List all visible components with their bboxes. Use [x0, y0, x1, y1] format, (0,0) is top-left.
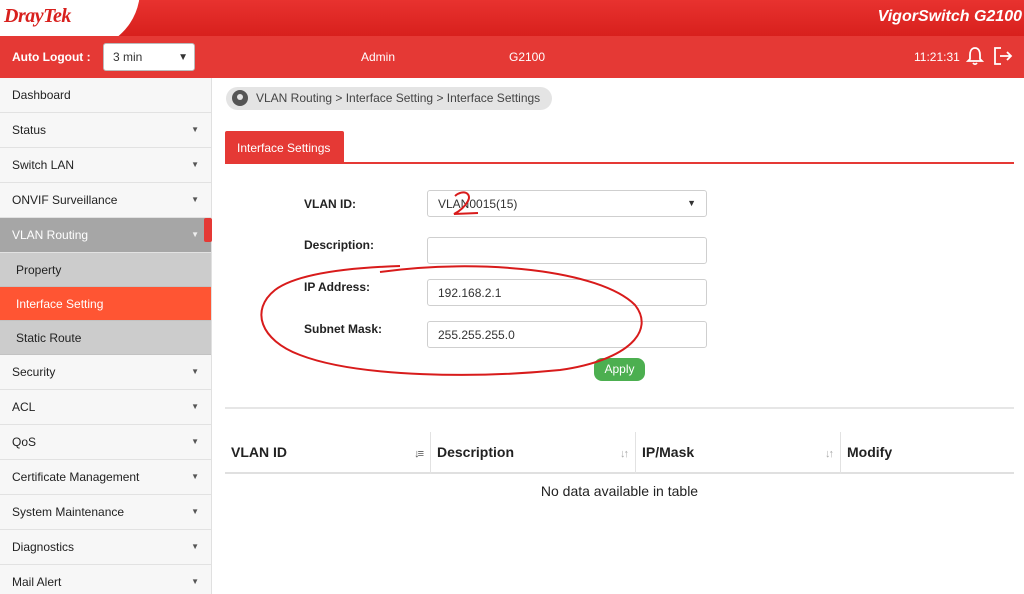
tab-underline [225, 162, 1014, 164]
device-model: G2100 [509, 50, 546, 64]
sidebar-item-label: VLAN Routing [12, 228, 89, 242]
sidebar-item-status[interactable]: Status ▼ [0, 113, 211, 148]
breadcrumb: VLAN Routing > Interface Setting > Inter… [226, 87, 553, 110]
sidebar-subitem-static-route[interactable]: Static Route [0, 321, 211, 355]
brand-bar: DrayTek VigorSwitch G2100 [0, 0, 1024, 36]
ip-address-input[interactable]: 192.168.2.1 [427, 279, 707, 306]
description-input[interactable] [427, 237, 707, 264]
chevron-down-icon: ▼ [191, 160, 199, 169]
chevron-down-icon: ▼ [191, 402, 199, 411]
chevron-down-icon: ▼ [191, 367, 199, 376]
sidebar-item-label: QoS [12, 435, 37, 449]
table-empty-message: No data available in table [540, 483, 699, 499]
subnet-mask-label: Subnet Mask: [304, 322, 383, 336]
sidebar-item-mail-alert[interactable]: Mail Alert ▼ [0, 565, 211, 594]
table-header: VLAN ID ↓≡ Description ↓↑ IP/Mask ↓↑ Mod… [225, 432, 1014, 474]
ip-address-label: IP Address: [304, 280, 371, 294]
chevron-down-icon: ▼ [191, 472, 199, 481]
column-label: Modify [847, 444, 893, 460]
chevron-down-icon: ▼ [191, 507, 199, 516]
system-time: 11:21:31 [914, 50, 960, 64]
sidebar-item-vlan-routing[interactable]: VLAN Routing ▼ [0, 218, 211, 253]
sidebar-subitem-interface-setting[interactable]: Interface Setting [0, 287, 211, 321]
chevron-down-icon: ▼ [191, 437, 199, 446]
column-description[interactable]: Description ↓↑ [430, 432, 635, 474]
draytek-logo: DrayTek [4, 5, 71, 27]
vlan-id-label: VLAN ID: [304, 197, 356, 211]
chevron-down-icon: ▼ [191, 125, 199, 134]
sidebar-item-onvif-surveillance[interactable]: ONVIF Surveillance ▼ [0, 183, 211, 218]
sidebar-item-label: Dashboard [12, 88, 71, 102]
column-vlan-id[interactable]: VLAN ID ↓≡ [225, 432, 430, 474]
column-label: Description [437, 444, 515, 460]
sidebar-item-label: ONVIF Surveillance [12, 193, 118, 207]
chevron-down-icon: ▼ [191, 542, 199, 551]
chevron-down-icon: ▼ [191, 577, 199, 586]
chevron-down-icon: ▼ [178, 52, 188, 63]
auto-logout-label: Auto Logout : [12, 50, 91, 64]
breadcrumb-text: VLAN Routing > Interface Setting > Inter… [256, 91, 541, 105]
sidebar-item-label: Diagnostics [12, 540, 75, 554]
chevron-down-icon: ▼ [687, 198, 696, 208]
sidebar-item-label: Switch LAN [12, 158, 75, 172]
sidebar-item-acl[interactable]: ACL ▼ [0, 390, 211, 425]
subnet-mask-input[interactable]: 255.255.255.0 [427, 321, 707, 348]
sort-icon: ↓↑ [620, 448, 629, 460]
bell-icon[interactable] [966, 46, 984, 66]
sidebar-item-label: Static Route [16, 331, 82, 345]
vlan-id-select[interactable]: VLAN0015(15) ▼ [427, 190, 707, 217]
sidebar-item-label: ACL [12, 400, 36, 414]
chevron-down-icon: ▼ [191, 230, 199, 239]
apply-button[interactable]: Apply [594, 358, 645, 381]
sidebar-item-certificate-management[interactable]: Certificate Management ▼ [0, 460, 211, 495]
user-name: Admin [361, 50, 396, 64]
header-bar: Auto Logout : 3 min ▼ Admin G2100 11:21:… [0, 36, 1024, 78]
sidebar-item-dashboard[interactable]: Dashboard [0, 78, 211, 113]
auto-logout-value: 3 min [113, 50, 143, 64]
sidebar-item-label: Certificate Management [12, 470, 140, 484]
section-divider [225, 407, 1014, 409]
column-modify: Modify [840, 432, 1014, 474]
sidebar-item-label: Mail Alert [12, 575, 62, 589]
column-label: VLAN ID [231, 444, 287, 460]
sidebar-item-switch-lan[interactable]: Switch LAN ▼ [0, 148, 211, 183]
column-ip-mask[interactable]: IP/Mask ↓↑ [635, 432, 840, 474]
sidebar-subitem-property[interactable]: Property [0, 253, 211, 287]
chevron-down-icon: ▼ [191, 195, 199, 204]
sidebar-item-label: Status [12, 123, 47, 137]
tab-interface-settings[interactable]: Interface Settings [225, 131, 344, 163]
sidebar-item-system-maintenance[interactable]: System Maintenance ▼ [0, 495, 211, 530]
product-name: VigorSwitch G2100 [877, 8, 1022, 25]
description-label: Description: [304, 238, 375, 252]
auto-logout-select[interactable]: 3 min ▼ [103, 43, 195, 71]
sidebar-item-diagnostics[interactable]: Diagnostics ▼ [0, 530, 211, 565]
sidebar-item-label: Interface Setting [16, 297, 104, 311]
column-label: IP/Mask [642, 444, 695, 460]
sidebar-item-label: Property [16, 263, 62, 277]
sidebar-item-label: System Maintenance [12, 505, 125, 519]
logout-icon[interactable] [992, 46, 1014, 66]
sidebar: Dashboard Status ▼ Switch LAN ▼ ONVIF Surv… [0, 78, 212, 594]
sort-icon: ↓≡ [414, 448, 424, 460]
sidebar-item-security[interactable]: Security ▼ [0, 355, 211, 390]
sidebar-item-label: Security [12, 365, 56, 379]
sidebar-item-qos[interactable]: QoS ▼ [0, 425, 211, 460]
location-pin-icon [232, 90, 248, 106]
sidebar-scrollbar[interactable] [204, 218, 212, 242]
vlan-id-value: VLAN0015(15) [438, 197, 518, 211]
sort-icon: ↓↑ [825, 448, 834, 460]
